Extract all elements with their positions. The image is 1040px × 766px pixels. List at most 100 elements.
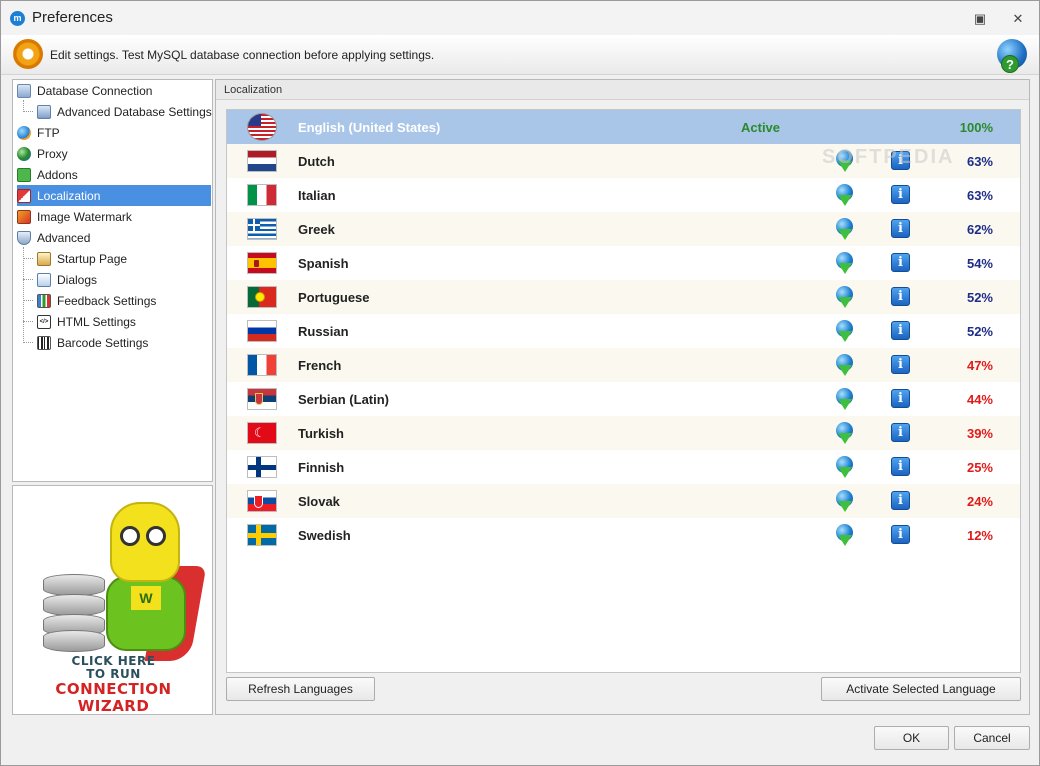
language-row-italian[interactable]: Italian i 63% [227,178,1020,212]
title-bar: m Preferences ▣ ✕ [1,1,1039,35]
language-name: Dutch [298,154,335,169]
info-icon[interactable]: i [891,253,910,272]
nav-item-label: Advanced Database Settings [57,104,212,119]
restore-icon[interactable]: ▣ [971,10,989,28]
download-language-icon[interactable] [834,422,854,446]
nav-item-image-watermark[interactable]: Image Watermark [17,206,132,227]
language-percent: 25% [966,460,993,475]
header-description: Edit settings. Test MySQL database conne… [50,48,435,62]
info-icon[interactable]: i [891,423,910,442]
download-language-icon[interactable] [834,218,854,242]
wizard-text-line1: CLICK HERE [71,654,156,668]
language-percent: 62% [966,222,993,237]
startup-home-icon [37,251,51,266]
nav-item-barcode-settings[interactable]: Barcode Settings [37,332,148,353]
language-name: Greek [298,222,335,237]
help-question-icon[interactable]: ? [1001,55,1019,73]
proxy-globe-icon [17,146,31,161]
language-name: Serbian (Latin) [298,392,390,407]
activate-selected-language-button[interactable]: Activate Selected Language [821,677,1021,701]
window-title: Preferences [32,9,113,26]
language-row-spanish[interactable]: Spanish i 54% [227,246,1020,280]
language-name: Italian [298,188,336,203]
download-language-icon[interactable] [834,354,854,378]
download-language-icon[interactable] [834,490,854,514]
ftp-globe-icon [17,125,31,140]
nav-item-advanced-database-settings[interactable]: Advanced Database Settings [37,101,212,122]
info-icon[interactable]: i [891,219,910,238]
info-icon[interactable]: i [891,457,910,476]
nav-item-label: Feedback Settings [57,293,157,308]
language-row-swedish[interactable]: Swedish i 12% [227,518,1020,552]
download-language-icon[interactable] [834,524,854,548]
nav-item-label: Advanced [37,230,91,245]
language-name: Slovak [298,494,340,509]
language-name: Turkish [298,426,344,441]
cancel-button[interactable]: Cancel [954,726,1030,750]
mascot-emblem: W [131,586,161,610]
download-language-icon[interactable] [834,320,854,344]
download-language-icon[interactable] [834,388,854,412]
nav-item-advanced[interactable]: Advanced [17,227,90,248]
language-row-serbian-latin[interactable]: Serbian (Latin) i 44% [227,382,1020,416]
language-status: Active [741,120,781,135]
language-name: Portuguese [298,290,370,305]
refresh-languages-button[interactable]: Refresh Languages [226,677,375,701]
language-percent: 44% [966,392,993,407]
wizard-text-line3: CONNECTION [55,680,172,698]
connection-wizard-banner[interactable]: W CLICK HERE TO RUN CONNECTION WIZARD [12,485,213,715]
nav-item-addons[interactable]: Addons [17,164,78,185]
info-icon[interactable]: i [891,321,910,340]
language-percent: 52% [966,324,993,339]
nav-item-proxy[interactable]: Proxy [17,143,68,164]
language-percent: 47% [966,358,993,373]
language-row-greek[interactable]: Greek i 62% [227,212,1020,246]
language-percent: 52% [966,290,993,305]
info-icon[interactable]: i [891,389,910,408]
nav-item-startup-page[interactable]: Startup Page [37,248,127,269]
nav-item-label: Startup Page [57,251,128,266]
nav-item-html-settings[interactable]: </> HTML Settings [37,311,136,332]
language-row-turkish[interactable]: ☾ Turkish i 39% [227,416,1020,450]
wizard-text-line2: TO RUN [86,667,141,681]
download-language-icon[interactable] [834,456,854,480]
ok-button[interactable]: OK [874,726,949,750]
language-row-russian[interactable]: Russian i 52% [227,314,1020,348]
flag-gr-icon [247,218,277,240]
settings-tree: Database Connection Advanced Database Se… [12,79,213,482]
barcode-icon [37,335,51,350]
download-language-icon[interactable] [834,252,854,276]
flag-ru-icon [247,320,277,342]
addons-puzzle-icon [17,167,31,182]
language-name: French [298,358,342,373]
language-row-finnish[interactable]: Finnish i 25% [227,450,1020,484]
preferences-window: m Preferences ▣ ✕ Edit settings. Test My… [0,0,1040,766]
flag-us-icon [247,113,277,141]
nav-item-localization[interactable]: Localization [17,185,211,206]
flag-se-icon [247,524,277,546]
info-icon[interactable]: i [891,287,910,306]
language-list[interactable]: English (United States) Active 100% Dutc… [226,109,1021,673]
download-language-icon[interactable] [834,286,854,310]
language-row-portuguese[interactable]: Portuguese i 52% [227,280,1020,314]
nav-item-ftp[interactable]: FTP [17,122,60,143]
language-row-slovak[interactable]: Slovak i 24% [227,484,1020,518]
info-icon[interactable]: i [891,185,910,204]
close-icon[interactable]: ✕ [1009,10,1027,28]
nav-item-database-connection[interactable]: Database Connection [17,80,152,101]
info-icon[interactable]: i [891,525,910,544]
language-row-english[interactable]: English (United States) Active 100% [227,110,1020,144]
language-name: Spanish [298,256,349,271]
nav-item-dialogs[interactable]: Dialogs [37,269,97,290]
language-row-french[interactable]: French i 47% [227,348,1020,382]
dialogs-window-icon [37,272,51,287]
database-settings-icon [37,104,51,119]
flag-rs-icon [247,388,277,410]
flag-nl-icon [247,150,277,172]
info-icon[interactable]: i [891,491,910,510]
language-percent: 54% [966,256,993,271]
flag-pt-icon [247,286,277,308]
info-icon[interactable]: i [891,355,910,374]
nav-item-feedback-settings[interactable]: Feedback Settings [37,290,156,311]
download-language-icon[interactable] [834,184,854,208]
